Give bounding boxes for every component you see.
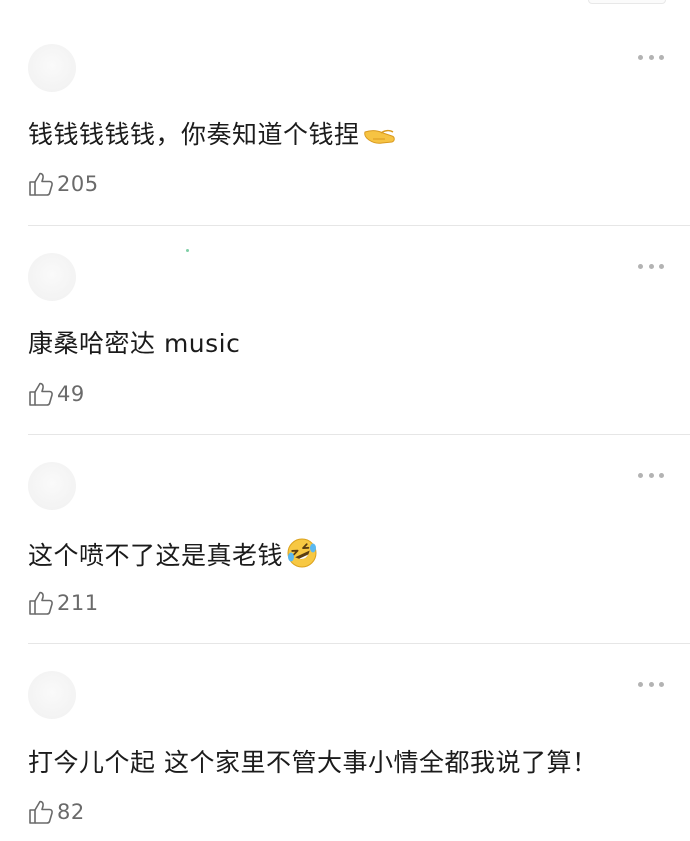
- divider: [28, 643, 690, 644]
- thumbs-up-icon: [29, 382, 53, 406]
- like-count: 82: [57, 800, 85, 824]
- like-count: 205: [57, 172, 99, 196]
- decorative-dot: [186, 249, 189, 252]
- like-count: 211: [57, 591, 99, 615]
- thumbs-up-icon: [29, 591, 53, 615]
- divider: [28, 434, 690, 435]
- comment-text: 钱钱钱钱钱，你奏知道个钱捏: [28, 118, 397, 157]
- more-icon[interactable]: [638, 261, 664, 271]
- like-count: 49: [57, 382, 85, 406]
- comment-text: 打今儿个起 这个家里不管大事小情全都我说了算！: [28, 748, 598, 777]
- thumbs-up-icon: [29, 172, 53, 196]
- avatar[interactable]: [28, 253, 76, 301]
- like-button[interactable]: 49: [28, 380, 85, 408]
- more-icon[interactable]: [638, 470, 664, 480]
- like-button[interactable]: 205: [28, 170, 99, 198]
- divider: [28, 225, 690, 226]
- like-button[interactable]: 211: [28, 589, 99, 617]
- more-icon[interactable]: [638, 679, 664, 689]
- avatar[interactable]: [28, 671, 76, 719]
- thumbs-up-icon: [29, 800, 53, 824]
- like-button[interactable]: 82: [28, 798, 85, 826]
- avatar[interactable]: [28, 44, 76, 92]
- avatar[interactable]: [28, 462, 76, 510]
- top-handle: [588, 0, 666, 4]
- more-icon[interactable]: [638, 52, 664, 62]
- rolling-on-floor-laughing-emoji: [286, 537, 318, 578]
- pinching-hand-emoji: [363, 123, 397, 157]
- comment-text: 康桑哈密达 music: [28, 329, 241, 358]
- comment-text: 这个喷不了这是真老钱: [28, 537, 318, 578]
